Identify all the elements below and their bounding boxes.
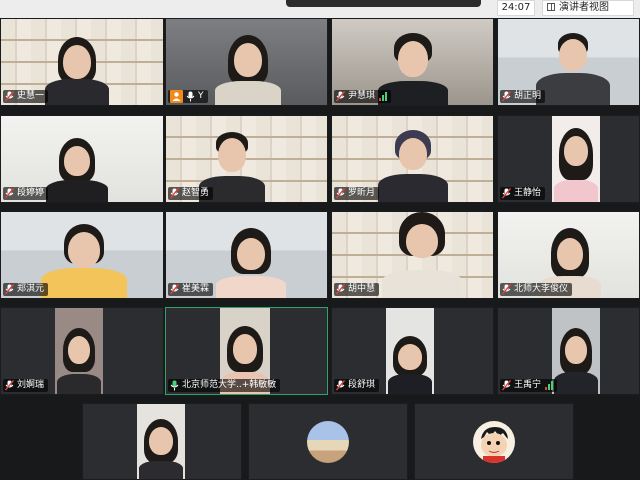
- participant-name: 罗昕月: [348, 188, 376, 198]
- participant-nameplate: 王静怡: [500, 187, 546, 200]
- video-tile[interactable]: 段舒琪: [331, 307, 494, 395]
- video-tile[interactable]: 北师大李俊仪: [497, 211, 640, 299]
- mic-muted-icon: [170, 188, 179, 199]
- host-badge-icon: [170, 90, 183, 103]
- participant-name: 段舒琪: [348, 380, 376, 390]
- mic-muted-icon: [502, 284, 511, 295]
- mic-muted-icon: [5, 91, 14, 102]
- participant-video: [45, 138, 109, 202]
- top-toolbar: 24:07 演讲者视图: [0, 0, 640, 18]
- participant-nameplate: 胡正明: [500, 90, 546, 103]
- participant-video: [41, 224, 127, 298]
- participant-nameplate: 王禹宁: [500, 379, 558, 392]
- meeting-timer: 24:07: [497, 0, 535, 16]
- video-tile[interactable]: 崔美霖: [165, 211, 328, 299]
- participant-name: 胡中慧: [348, 284, 376, 294]
- video-tile[interactable]: [414, 403, 574, 480]
- participant-nameplate: 北师大李俊仪: [500, 283, 573, 296]
- participant-video: [378, 130, 448, 202]
- participant-nameplate: 史慧一: [3, 90, 49, 103]
- view-mode-button[interactable]: 演讲者视图: [542, 0, 634, 16]
- video-grid: 史慧一 Y 尹慧琪 胡正明 段婷婷 赵智勇 罗昕月 王静怡 郑淇元 崔美霖 胡中…: [0, 18, 640, 480]
- participant-name: 赵智勇: [182, 188, 210, 198]
- mic-muted-icon: [5, 188, 14, 199]
- landscape-avatar: [307, 420, 349, 463]
- participant-nameplate: 罗昕月: [334, 187, 380, 200]
- mic-muted-icon: [502, 91, 511, 102]
- participant-name: 崔美霖: [182, 284, 210, 294]
- participant-name: 北京师范大学..+韩敏敏: [182, 380, 277, 390]
- participant-video: [382, 212, 462, 298]
- participant-video: [552, 116, 600, 202]
- video-tile[interactable]: [82, 403, 242, 480]
- video-tile[interactable]: 胡正明: [497, 18, 640, 106]
- mic-on-icon: [186, 91, 195, 102]
- participant-nameplate: 北京师范大学..+韩敏敏: [168, 379, 281, 392]
- video-tile[interactable]: Y: [165, 18, 328, 106]
- participant-nameplate: 郑淇元: [3, 283, 49, 296]
- cartoon-avatar: [473, 420, 515, 463]
- mic-muted-icon: [502, 380, 511, 391]
- participant-name: 刘婀瑞: [17, 380, 45, 390]
- mic-on-icon: [170, 380, 179, 391]
- video-tile[interactable]: 郑淇元: [0, 211, 164, 299]
- participant-video: [552, 308, 600, 394]
- participant-name: 王禹宁: [514, 380, 542, 390]
- participant-nameplate: 段婷婷: [3, 187, 49, 200]
- participant-name: 郑淇元: [17, 284, 45, 294]
- mic-muted-icon: [502, 188, 511, 199]
- share-indicator-strip: [286, 0, 481, 7]
- video-tile-active[interactable]: 北京师范大学..+韩敏敏: [165, 307, 328, 395]
- video-tile[interactable]: 王静怡: [497, 115, 640, 203]
- participant-name: 胡正明: [514, 91, 542, 101]
- participant-name: 北师大李俊仪: [514, 284, 569, 294]
- participant-nameplate: 崔美霖: [168, 283, 214, 296]
- participant-name: 尹慧琪: [348, 91, 376, 101]
- video-tile[interactable]: 史慧一: [0, 18, 164, 106]
- participant-video: [536, 33, 610, 105]
- video-tile[interactable]: [248, 403, 408, 480]
- participant-nameplate: 赵智勇: [168, 187, 214, 200]
- speaker-view-icon: [547, 3, 555, 11]
- video-tile[interactable]: 赵智勇: [165, 115, 328, 203]
- participant-name: 段婷婷: [17, 188, 45, 198]
- speaking-level-icon: [379, 92, 388, 101]
- mic-muted-icon: [336, 380, 345, 391]
- participant-video: [137, 404, 185, 479]
- speaking-level-icon: [545, 381, 554, 390]
- participant-video: [45, 35, 109, 105]
- video-tile[interactable]: 段婷婷: [0, 115, 164, 203]
- mic-muted-icon: [170, 284, 179, 295]
- mic-muted-icon: [336, 284, 345, 295]
- participant-video: [216, 228, 286, 298]
- participant-video: [215, 31, 281, 105]
- video-tile[interactable]: 胡中慧: [331, 211, 494, 299]
- mic-muted-icon: [5, 380, 14, 391]
- participant-video: [55, 308, 103, 394]
- video-tile[interactable]: 罗昕月: [331, 115, 494, 203]
- mic-muted-icon: [336, 91, 345, 102]
- mic-muted-icon: [336, 188, 345, 199]
- mic-muted-icon: [5, 284, 14, 295]
- cartoon-face-icon: [481, 426, 508, 463]
- participant-nameplate: 胡中慧: [334, 283, 380, 296]
- participant-video: [386, 308, 434, 394]
- video-tile[interactable]: 王禹宁: [497, 307, 640, 395]
- participant-nameplate: 尹慧琪: [334, 90, 392, 103]
- participant-nameplate: Y: [168, 90, 208, 103]
- video-tile[interactable]: 刘婀瑞: [0, 307, 164, 395]
- participant-nameplate: 刘婀瑞: [3, 379, 49, 392]
- video-tile[interactable]: 尹慧琪: [331, 18, 494, 106]
- view-mode-label: 演讲者视图: [559, 2, 609, 13]
- participant-nameplate: 段舒琪: [334, 379, 380, 392]
- participant-name: 史慧一: [17, 91, 45, 101]
- participant-name: 王静怡: [514, 188, 542, 198]
- participant-name: Y: [198, 91, 204, 101]
